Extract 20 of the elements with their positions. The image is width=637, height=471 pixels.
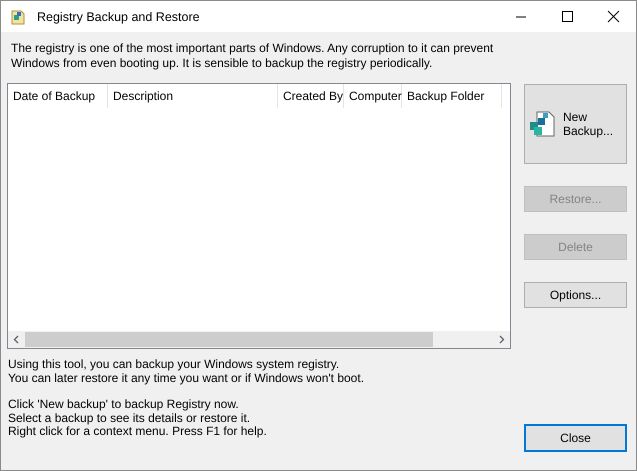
new-backup-button[interactable]: New Backup... [524,84,627,164]
intro-text: The registry is one of the most important parts of Windows. Any corruption to it can prevent Windows from even booting up. It is sensible to backup the registry periodically. [11,41,494,71]
help-text: Using this tool, you can backup your Windows system registry. [8,358,340,372]
close-button[interactable]: Close [524,424,627,452]
help-text: You can later restore it any time you want or if Windows won't boot. [8,372,366,385]
dialog-button[interactable]: Options... [524,282,627,308]
column-header[interactable]: Created By [278,84,344,108]
help-text: Right click for a context menu. Press F1 for help. [8,425,268,438]
column-header[interactable]: Computer [344,84,402,108]
column-header[interactable]: Description [108,84,278,108]
cubes-document-icon [529,110,555,138]
horizontal-scrollbar[interactable] [8,331,510,348]
scroll-thumb[interactable] [25,332,433,347]
registry-icon [10,8,26,24]
window-title: Registry Backup and Restore [37,10,200,24]
help-text: Select a backup to see its details or restore it. [8,412,252,425]
backup-list[interactable]: Date of Backup Description Created By Computer Backup Folder [7,83,511,349]
column-header[interactable]: Date of Backup [8,84,108,108]
column-header[interactable]: Backup Folder [402,84,502,108]
help-text: Click 'New backup' to backup Registry now. [8,398,240,412]
